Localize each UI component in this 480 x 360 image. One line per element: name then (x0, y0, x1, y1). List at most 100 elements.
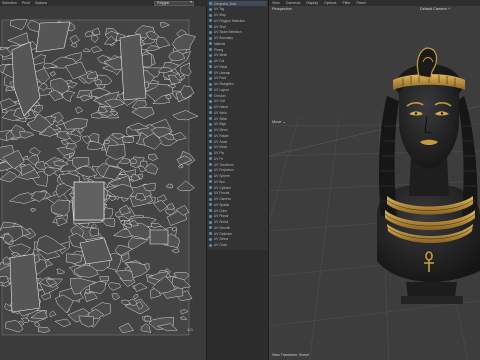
object-row[interactable]: UV Optimize (209, 231, 267, 236)
menu-display[interactable]: Display (306, 1, 318, 5)
object-row[interactable]: UV Island (209, 105, 267, 110)
attribute-panel (207, 250, 269, 360)
object-tag-icon (209, 59, 212, 63)
object-row-label: UV Cut (214, 59, 225, 63)
object-row-label: UV Transform (214, 162, 234, 167)
object-row[interactable]: UV Unwrap (209, 70, 267, 75)
object-row[interactable]: Phong (209, 47, 267, 52)
object-row[interactable]: UV Box (209, 179, 267, 184)
object-row[interactable]: Material (209, 41, 267, 46)
object-row[interactable]: UV Cylinder (209, 185, 267, 190)
menu-filter[interactable]: Filter (343, 1, 351, 5)
menu-view[interactable]: View (272, 1, 280, 5)
object-row[interactable]: UV Cubic (209, 208, 267, 213)
object-row[interactable]: UV Polygon Selection (209, 18, 267, 23)
object-row[interactable]: UV Grow (209, 243, 267, 248)
object-tag-icon (209, 19, 212, 23)
object-row[interactable]: Cleopatra_Bust (209, 1, 267, 6)
cleopatra-bust-model (377, 47, 480, 304)
object-row-label: UV Straighten (214, 82, 234, 86)
object-row-label: Checker (214, 93, 226, 98)
object-tag-icon (209, 232, 212, 235)
viewport-menubar: View Cameras Display Options Filter Pane… (269, 0, 480, 6)
uv-layout-canvas[interactable] (0, 8, 207, 360)
viewport-scene[interactable] (269, 6, 480, 360)
object-tag-icon (209, 122, 212, 126)
object-row[interactable]: UV Shrink (209, 220, 267, 225)
menu-options[interactable]: Options (324, 1, 336, 5)
object-row[interactable]: UV Grid (209, 99, 267, 104)
object-row-label: UV Rotate (214, 133, 229, 138)
object-row[interactable]: UV Mesh (209, 53, 267, 58)
object-row[interactable]: UV Pack (209, 76, 267, 81)
object-row[interactable]: UV Smooth (209, 225, 267, 230)
object-row[interactable]: UV Cut (209, 59, 267, 64)
object-tag-icon (209, 82, 212, 86)
object-tag-icon (209, 134, 212, 138)
object-tag-icon (209, 151, 212, 155)
object-row[interactable]: UV Sphere (209, 174, 267, 179)
object-row[interactable]: UV Transform (209, 162, 267, 167)
object-row-label: UV Shrink (214, 220, 229, 224)
object-row[interactable]: UV Flip (209, 151, 267, 156)
object-row[interactable]: UV Move (209, 145, 267, 150)
object-tag-icon (209, 25, 212, 28)
object-row[interactable]: UV Scale (209, 139, 267, 144)
object-row[interactable]: UV Select (209, 237, 267, 242)
object-tag-icon (209, 88, 212, 92)
object-tag-icon (209, 111, 212, 115)
menu-options[interactable]: Options (35, 1, 47, 5)
uv-mode-select[interactable]: Polygon (154, 0, 194, 6)
object-row[interactable]: UV Camera (209, 197, 267, 202)
object-row[interactable]: UV Relax (209, 64, 267, 69)
object-tag-icon (209, 117, 212, 120)
object-row-label: UV Optimize (214, 231, 232, 236)
object-row[interactable]: UV Mirror (209, 128, 267, 133)
object-row[interactable]: UV Straighten (209, 82, 267, 87)
object-row[interactable]: UV Layout (209, 87, 267, 92)
object-manager-panel: Cleopatra_Bust UV Tag UV Map UV Polygon Sel… (207, 0, 269, 250)
object-tag-icon (209, 237, 212, 241)
object-row-label: UV Mirror (214, 128, 228, 132)
object-tag-icon (209, 174, 212, 178)
object-row[interactable]: UV Seam Selection (209, 30, 267, 35)
object-row[interactable]: UV Boundary (209, 36, 267, 41)
3d-viewport[interactable]: View Cameras Display Options Filter Pane… (269, 0, 480, 360)
object-row-label: UV Pack (214, 76, 227, 81)
object-row[interactable]: UV Projection (209, 168, 267, 173)
object-row[interactable]: UV Tag (209, 7, 267, 12)
uv-island (89, 227, 100, 237)
object-tag-icon (209, 168, 212, 172)
menu-pivot[interactable]: Pivot (22, 1, 30, 5)
object-row-label: UV Relax (214, 64, 228, 69)
uv-island (144, 315, 152, 322)
object-tag-icon (209, 163, 212, 166)
object-tag-icon (209, 53, 212, 57)
object-row-label: UV Polygon Selection (214, 18, 245, 23)
menu-selection[interactable]: Selection (2, 1, 17, 5)
object-row[interactable]: Checker (209, 93, 267, 98)
object-tag-icon (209, 220, 212, 224)
object-row-label: UV Align (214, 122, 227, 127)
object-row[interactable]: UV Map (209, 13, 267, 18)
object-row[interactable]: UV Planar (209, 214, 267, 219)
object-row[interactable]: UV Rotate (209, 133, 267, 138)
object-row[interactable]: UV Align (209, 122, 267, 127)
object-row[interactable]: UV Shell (209, 24, 267, 29)
object-tag-icon (209, 140, 212, 143)
object-row[interactable]: UV Spatial (209, 202, 267, 207)
menu-cameras[interactable]: Cameras (286, 1, 301, 5)
object-row[interactable]: UV Fit (209, 156, 267, 161)
viewport-camera-label[interactable]: Default Camera :* (420, 7, 450, 11)
object-row[interactable]: UV Weld (209, 110, 267, 115)
object-row-label: UV Fit (214, 156, 223, 161)
uv-island (73, 181, 105, 221)
object-row-label: UV Smooth (214, 225, 231, 230)
object-tag-icon (209, 203, 212, 207)
object-tag-icon (209, 180, 212, 184)
object-row[interactable]: UV Frontal (209, 191, 267, 196)
menu-panel[interactable]: Panel (357, 1, 366, 5)
object-row[interactable]: UV Stitch (209, 116, 267, 121)
object-row-label: UV Seam Selection (214, 30, 242, 35)
uv-editor-panel[interactable]: Selection Pivot Options Polygon 1.0 (0, 0, 207, 360)
